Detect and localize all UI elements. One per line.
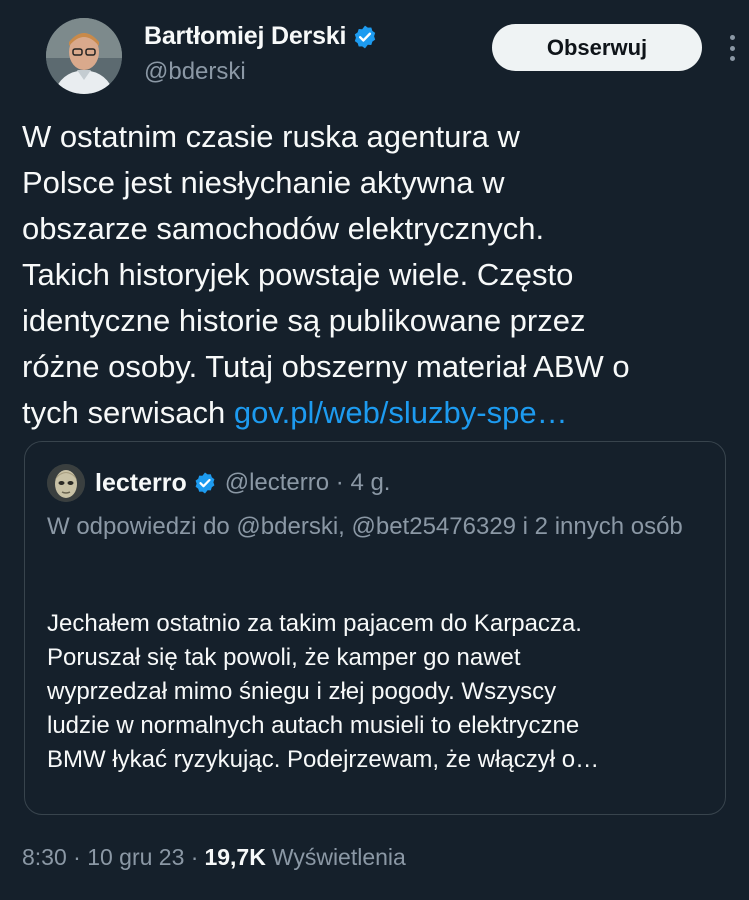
tweet-text-body: W ostatnim czasie ruska agentura w Polsc… [22, 119, 630, 430]
tweet-card: Bartłomiej Derski @bderski Obserwuj W os… [0, 0, 749, 900]
more-options-icon[interactable] [722, 32, 742, 64]
quoted-tweet-header: lecterro @lecterro · 4 g. [47, 464, 390, 502]
verified-badge-icon [352, 24, 378, 50]
tweet-header: Bartłomiej Derski @bderski Obserwuj [22, 0, 735, 110]
tweet-link[interactable]: gov.pl/web/sluzby-spe… [234, 395, 568, 430]
author-handle[interactable]: @bderski [144, 58, 246, 86]
more-dot [729, 35, 735, 40]
author-name-row: Bartłomiej Derski [144, 22, 378, 51]
quoted-author-name[interactable]: lecterro [95, 469, 187, 498]
views-label: Wyświetlenia [271, 844, 406, 870]
quoted-author-avatar[interactable] [47, 464, 85, 502]
quoted-tweet[interactable]: lecterro @lecterro · 4 g. W odpowiedzi d… [24, 441, 726, 815]
views-count: 19,7K [204, 844, 266, 870]
quoted-author-handle-time: @lecterro · 4 g. [224, 469, 391, 496]
tweet-timestamp[interactable]: 8:30 · 10 gru 23 · [22, 844, 198, 871]
quoted-reply-context: W odpowiedzi do @bderski, @bet25476329 i… [47, 513, 683, 540]
author-display-name[interactable]: Bartłomiej Derski [144, 22, 346, 51]
quoted-tweet-text: Jechałem ostatnio za takim pajacem do Ka… [47, 610, 600, 773]
tweet-meta: 8:30 · 10 gru 23 · 19,7K Wyświetlenia [22, 844, 406, 871]
more-dot [729, 56, 735, 61]
follow-button[interactable]: Obserwuj [492, 24, 702, 71]
profile-photo-icon [46, 18, 122, 94]
quoted-profile-photo-icon [47, 464, 85, 502]
tweet-text: W ostatnim czasie ruska agentura w Polsc… [22, 114, 727, 436]
more-dot [729, 45, 735, 51]
verified-badge-icon [193, 471, 217, 495]
author-avatar[interactable] [46, 18, 122, 94]
